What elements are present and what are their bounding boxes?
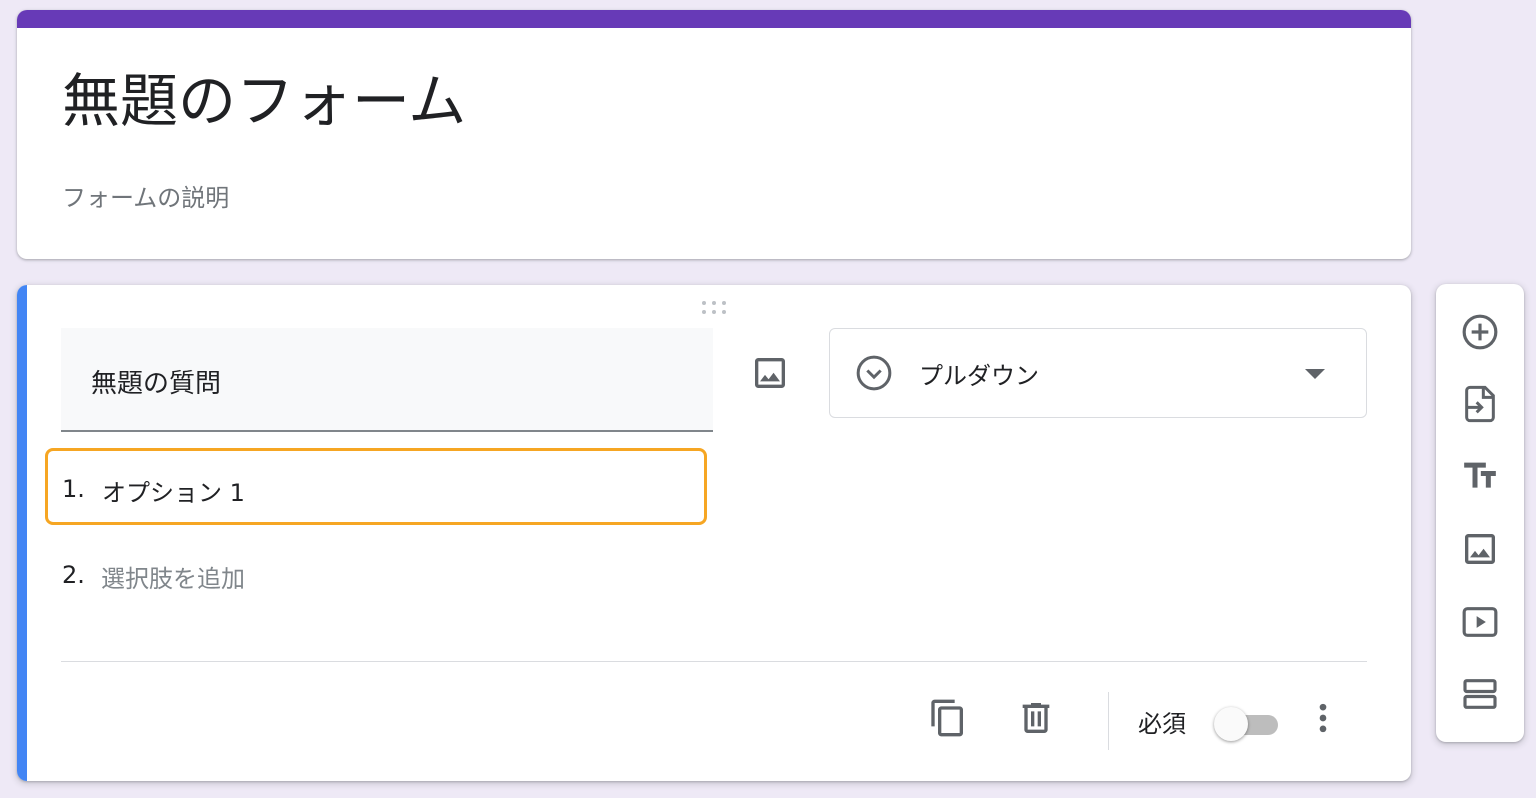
footer-separator	[1108, 692, 1109, 750]
chevron-down-icon	[1305, 369, 1325, 379]
question-title[interactable]: 無題の質問	[91, 363, 221, 400]
delete-icon[interactable]	[1016, 698, 1056, 738]
form-header-card: 無題のフォーム フォームの説明	[17, 10, 1411, 259]
option-number: 1.	[62, 475, 85, 503]
question-title-field[interactable]: 無題の質問	[61, 328, 713, 432]
question-card[interactable]: 無題の質問 プルダウン 1. オプション 1 2. 選択肢を追加 必須	[17, 285, 1411, 781]
add-option-item[interactable]: 2. 選択肢を追加	[61, 557, 461, 593]
copy-icon[interactable]	[928, 698, 968, 738]
add-image-icon[interactable]	[750, 353, 790, 393]
theme-color-bar	[17, 10, 1411, 28]
dropdown-circle-icon	[854, 353, 894, 397]
video-icon[interactable]	[1460, 602, 1500, 642]
add-option-placeholder[interactable]: 選択肢を追加	[101, 559, 245, 594]
question-type-dropdown[interactable]: プルダウン	[829, 328, 1367, 418]
required-toggle[interactable]	[1214, 705, 1282, 741]
active-card-indicator	[17, 285, 27, 781]
side-toolbar	[1436, 284, 1524, 742]
form-title[interactable]: 無題のフォーム	[62, 72, 466, 130]
question-type-label: プルダウン	[919, 362, 1039, 390]
more-vert-icon[interactable]	[1303, 698, 1343, 738]
required-label: 必須	[1138, 710, 1186, 738]
section-icon[interactable]	[1460, 674, 1500, 714]
option-text-input[interactable]: オプション 1	[102, 473, 245, 508]
add-question-icon[interactable]	[1460, 312, 1500, 352]
drag-handle-icon[interactable]	[700, 297, 732, 317]
form-description[interactable]: フォームの説明	[62, 178, 229, 213]
footer-divider	[61, 661, 1367, 662]
image-icon[interactable]	[1460, 529, 1500, 569]
title-text-icon[interactable]	[1460, 456, 1500, 496]
option-item[interactable]: 1. オプション 1	[45, 448, 707, 525]
option-number: 2.	[62, 561, 85, 589]
import-questions-icon[interactable]	[1460, 384, 1500, 424]
toggle-knob	[1214, 707, 1248, 741]
